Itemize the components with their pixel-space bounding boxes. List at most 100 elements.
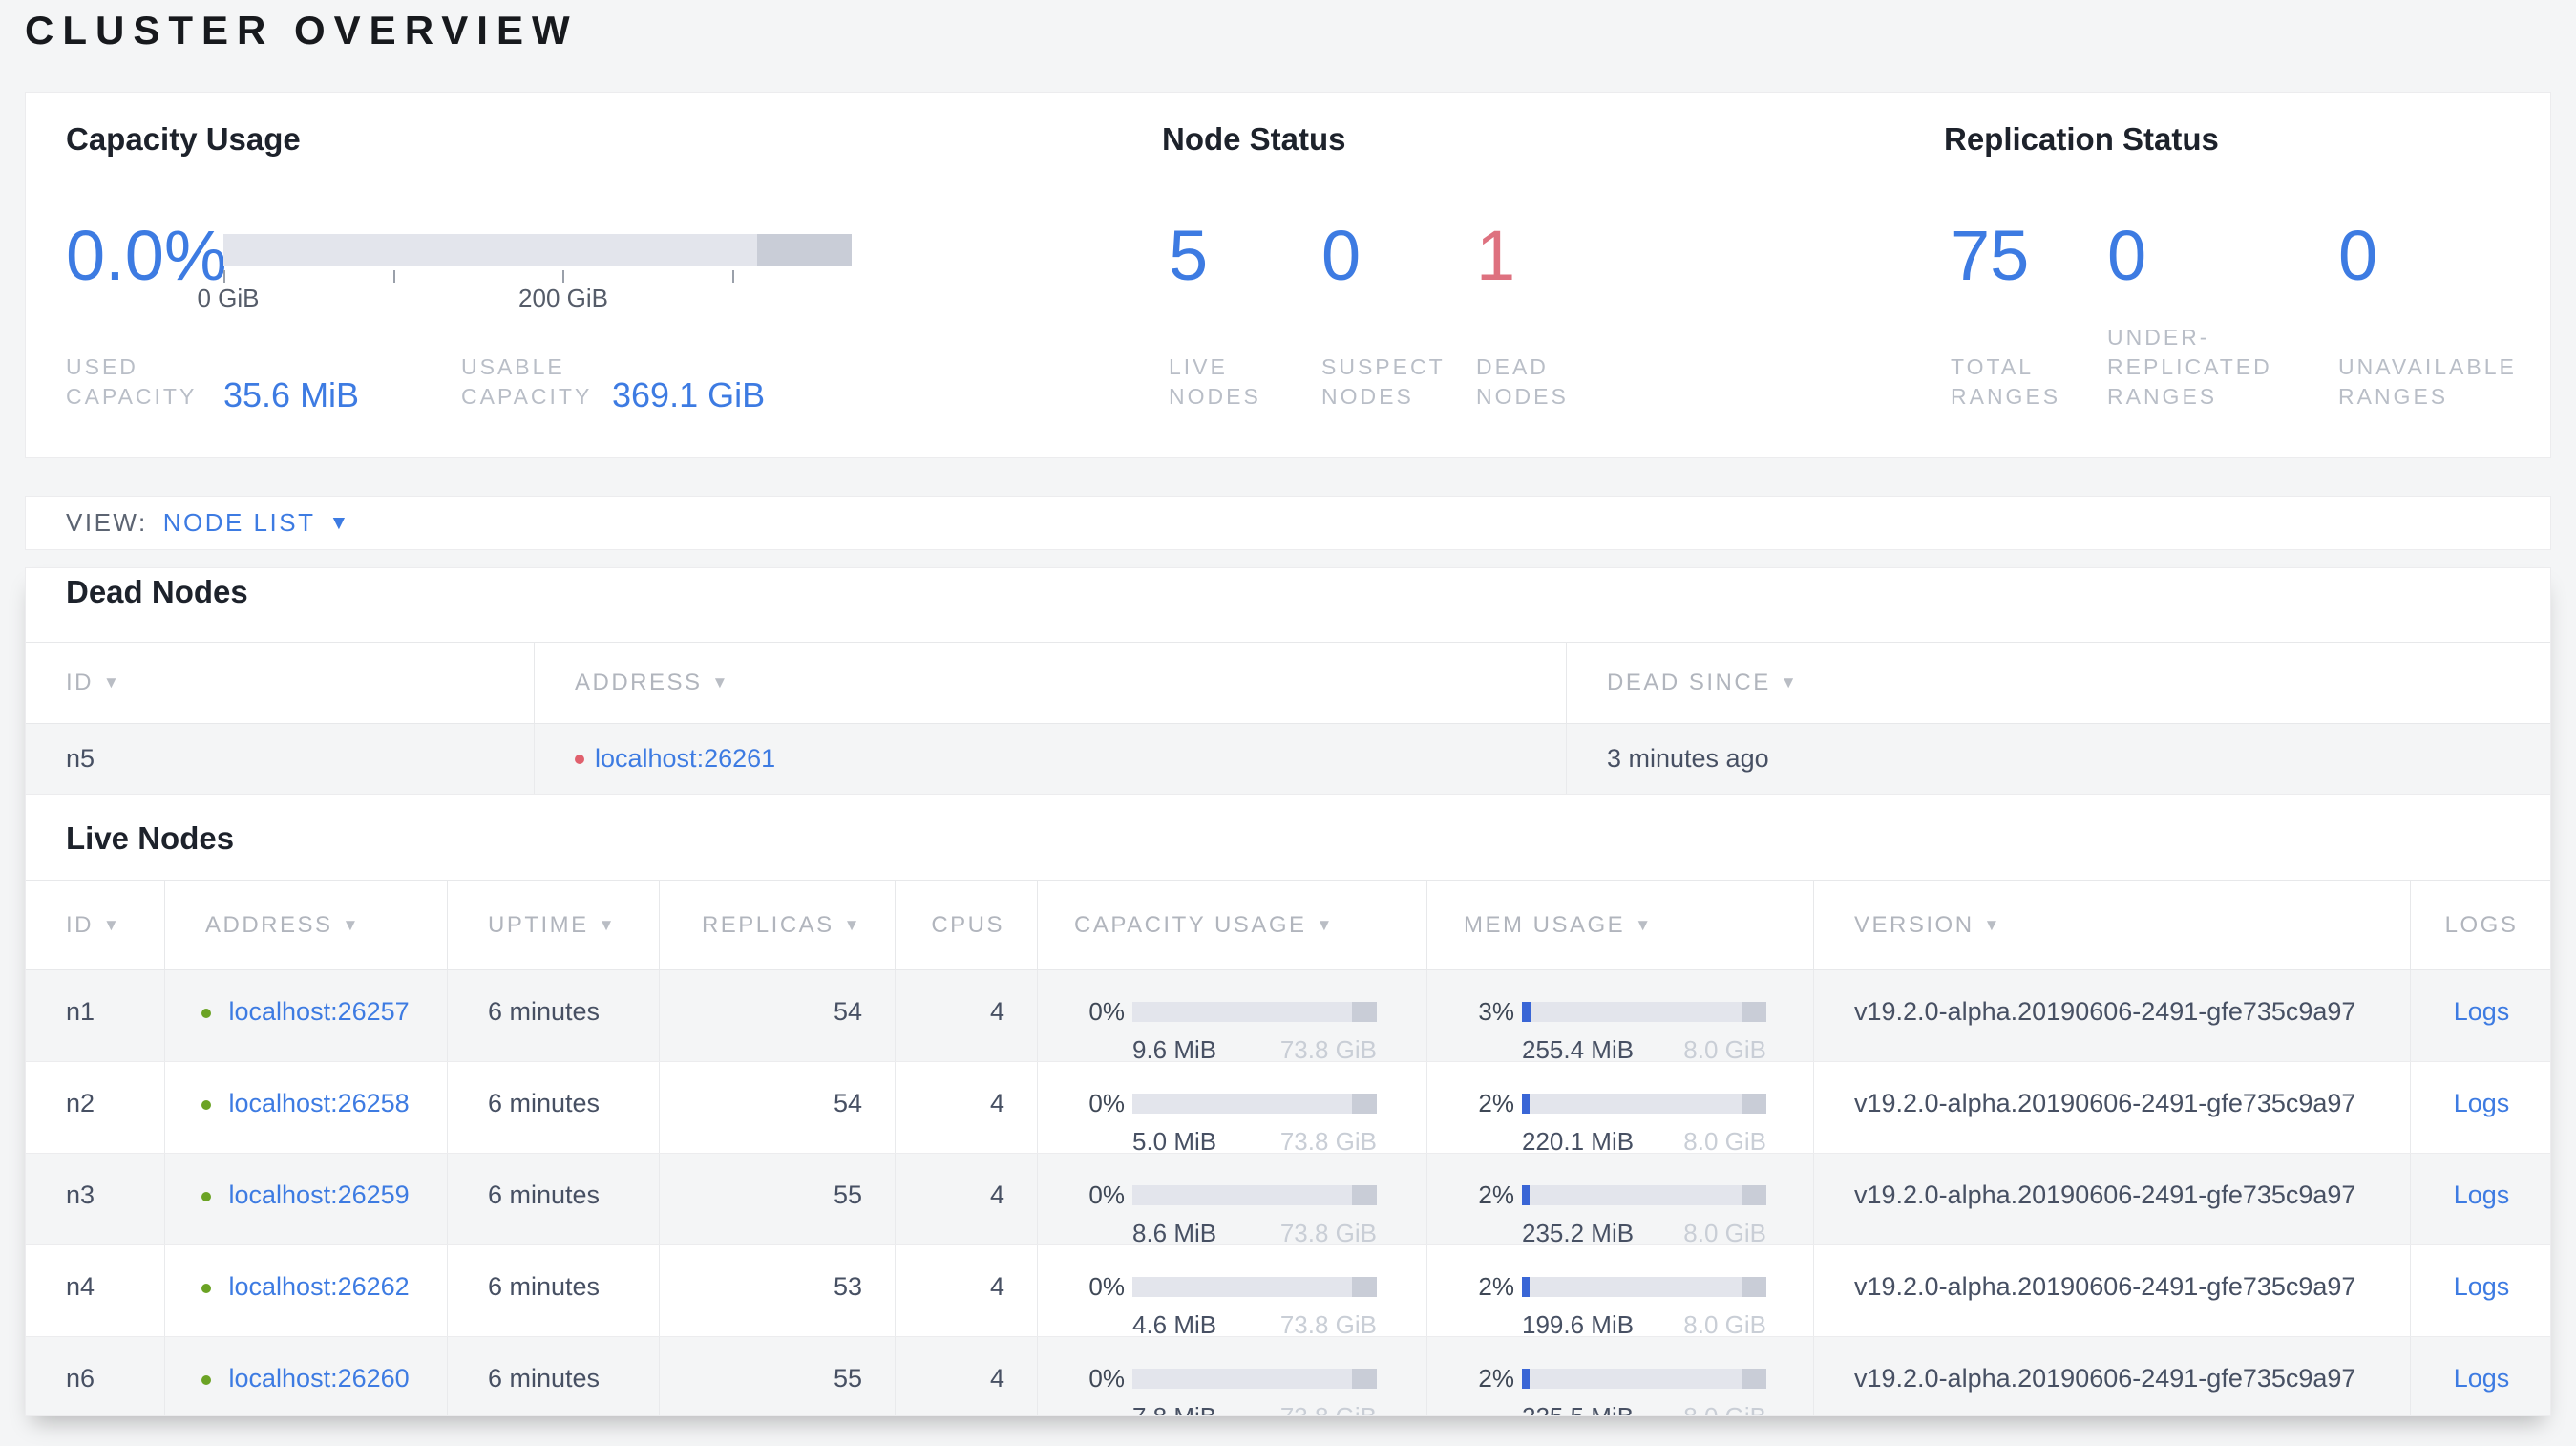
node-cpus: 4 — [895, 1154, 1037, 1244]
node-capacity-usage: 0% 9.6 MiB 73.8 GiB — [1037, 970, 1426, 1064]
node-cpus: 4 — [895, 1245, 1037, 1336]
node-mem-usage: 3% 255.4 MiB 8.0 GiB — [1426, 970, 1813, 1064]
page-title: CLUSTER OVERVIEW — [25, 8, 579, 53]
sort-desc-icon[interactable]: ▼ — [103, 673, 121, 692]
capacity-used-value: 8.6 MiB — [1132, 1219, 1217, 1247]
node-address-link[interactable]: localhost:26262 — [229, 1272, 410, 1301]
mem-usage-bar — [1522, 1185, 1766, 1205]
logs-link[interactable]: Logs — [2454, 1089, 2510, 1117]
live-nodes-heading: Live Nodes — [66, 820, 235, 856]
column-header-address[interactable]: ADDRESS ▼ — [164, 881, 447, 969]
logs-link[interactable]: Logs — [2454, 1272, 2510, 1301]
column-header-id[interactable]: ID ▼ — [26, 881, 164, 969]
live-node-row: n2 localhost:26258 6 minutes 54 4 0% 5.0… — [26, 1062, 2550, 1156]
column-header-cpus: CPUS — [895, 881, 1037, 969]
capacity-usage-bar — [1132, 1369, 1377, 1389]
sort-desc-icon[interactable]: ▼ — [343, 916, 361, 935]
mem-percent: 2% — [1478, 1089, 1514, 1117]
chevron-down-icon[interactable]: ▼ — [328, 512, 348, 535]
mem-usage-bar — [1522, 1094, 1766, 1114]
node-capacity-usage: 0% 5.0 MiB 73.8 GiB — [1037, 1062, 1426, 1156]
sort-desc-icon[interactable]: ▼ — [844, 916, 862, 935]
column-header-version[interactable]: VERSION ▼ — [1813, 881, 2410, 969]
column-header-replicas[interactable]: REPLICAS ▼ — [659, 881, 895, 969]
node-id: n2 — [66, 1089, 95, 1117]
axis-tick — [562, 270, 564, 283]
usable-capacity-label: USABLE CAPACITY — [461, 354, 593, 409]
node-uptime: 6 minutes — [447, 1245, 659, 1336]
node-address-link[interactable]: localhost:26261 — [595, 744, 775, 774]
node-mem-usage: 2% 199.6 MiB 8.0 GiB — [1426, 1245, 1813, 1339]
node-id: n5 — [66, 744, 95, 773]
view-dropdown[interactable]: NODE LIST ▼ — [163, 508, 349, 538]
sort-desc-icon[interactable]: ▼ — [1984, 916, 2002, 935]
mem-bar-fill — [1522, 1002, 1531, 1022]
column-header-id[interactable]: ID ▼ — [26, 643, 534, 723]
live-nodes-count: 5 — [1169, 216, 1209, 295]
node-address-link[interactable]: localhost:26258 — [229, 1089, 410, 1117]
mem-usage-bar — [1522, 1002, 1766, 1022]
node-status-heading: Node Status — [1162, 121, 1346, 157]
live-status-dot — [201, 1008, 211, 1018]
node-version: v19.2.0-alpha.20190606-2491-gfe735c9a97 — [1813, 970, 2410, 1061]
sort-desc-icon[interactable]: ▼ — [712, 673, 730, 692]
node-id: n6 — [66, 1364, 95, 1393]
live-nodes-table: ID ▼ ADDRESS ▼ UPTIME ▼ REPLICAS ▼ CPUS … — [26, 880, 2550, 1416]
view-dropdown-value[interactable]: NODE LIST — [163, 508, 316, 538]
mem-percent: 2% — [1478, 1180, 1514, 1209]
node-replicas: 54 — [659, 970, 895, 1061]
mem-bar-fill — [1522, 1369, 1530, 1389]
logs-link[interactable]: Logs — [2454, 997, 2510, 1026]
sort-desc-icon[interactable]: ▼ — [599, 916, 617, 935]
capacity-percent: 0% — [1088, 1180, 1125, 1209]
unavailable-ranges-count: 0 — [2338, 216, 2378, 295]
logs-link[interactable]: Logs — [2454, 1364, 2510, 1393]
capacity-used-value: 9.6 MiB — [1132, 1035, 1217, 1064]
mem-bar-reserved-segment — [1742, 1277, 1766, 1297]
live-status-dot — [201, 1191, 211, 1201]
logs-link[interactable]: Logs — [2454, 1180, 2510, 1209]
sort-desc-icon[interactable]: ▼ — [1317, 916, 1335, 935]
node-mem-usage: 2% 225.5 MiB 8.0 GiB — [1426, 1337, 1813, 1416]
capacity-used-value: 7.8 MiB — [1132, 1402, 1217, 1416]
sort-desc-icon[interactable]: ▼ — [103, 916, 121, 935]
node-replicas: 55 — [659, 1154, 895, 1244]
node-address-link[interactable]: localhost:26260 — [229, 1364, 410, 1393]
mem-used-value: 235.2 MiB — [1522, 1219, 1635, 1247]
unavailable-ranges-label: UNAVAILABLE RANGES — [2338, 354, 2517, 409]
column-header-mem-usage[interactable]: MEM USAGE ▼ — [1426, 881, 1813, 969]
mem-used-value: 225.5 MiB — [1522, 1402, 1635, 1416]
capacity-bar-reserved-segment — [757, 234, 852, 266]
node-version: v19.2.0-alpha.20190606-2491-gfe735c9a97 — [1813, 1337, 2410, 1415]
node-version: v19.2.0-alpha.20190606-2491-gfe735c9a97 — [1813, 1062, 2410, 1153]
node-uptime: 6 minutes — [447, 1062, 659, 1153]
node-uptime: 6 minutes — [447, 970, 659, 1061]
dead-since-value: 3 minutes ago — [1566, 724, 2550, 794]
column-header-address[interactable]: ADDRESS ▼ — [534, 643, 1566, 723]
mem-percent: 2% — [1478, 1272, 1514, 1301]
sort-desc-icon[interactable]: ▼ — [1781, 673, 1799, 692]
live-nodes-header-row: ID ▼ ADDRESS ▼ UPTIME ▼ REPLICAS ▼ CPUS … — [26, 880, 2550, 970]
mem-total-value: 8.0 GiB — [1683, 1402, 1766, 1416]
live-status-dot — [201, 1374, 211, 1385]
node-version: v19.2.0-alpha.20190606-2491-gfe735c9a97 — [1813, 1245, 2410, 1336]
live-node-row: n6 localhost:26260 6 minutes 55 4 0% 7.8… — [26, 1337, 2550, 1416]
node-address-link[interactable]: localhost:26257 — [229, 997, 410, 1026]
capacity-usage-heading: Capacity Usage — [66, 121, 301, 157]
column-header-dead-since[interactable]: DEAD SINCE ▼ — [1566, 643, 2550, 723]
node-replicas: 55 — [659, 1337, 895, 1415]
sort-desc-icon[interactable]: ▼ — [1635, 916, 1653, 935]
node-address-cell: localhost:26257 — [164, 970, 447, 1061]
capacity-total-value: 73.8 GiB — [1279, 1127, 1377, 1156]
live-status-dot — [201, 1099, 211, 1110]
node-mem-usage: 2% 235.2 MiB 8.0 GiB — [1426, 1154, 1813, 1247]
capacity-bar-reserved-segment — [1352, 1002, 1377, 1022]
node-logs-cell: Logs — [2410, 970, 2550, 1061]
node-address-link[interactable]: localhost:26259 — [229, 1180, 410, 1209]
node-cpus: 4 — [895, 1062, 1037, 1153]
column-header-uptime[interactable]: UPTIME ▼ — [447, 881, 659, 969]
used-capacity-value: 35.6 MiB — [223, 375, 360, 415]
column-header-capacity-usage[interactable]: CAPACITY USAGE ▼ — [1037, 881, 1426, 969]
node-logs-cell: Logs — [2410, 1337, 2550, 1415]
axis-tick — [393, 270, 395, 283]
